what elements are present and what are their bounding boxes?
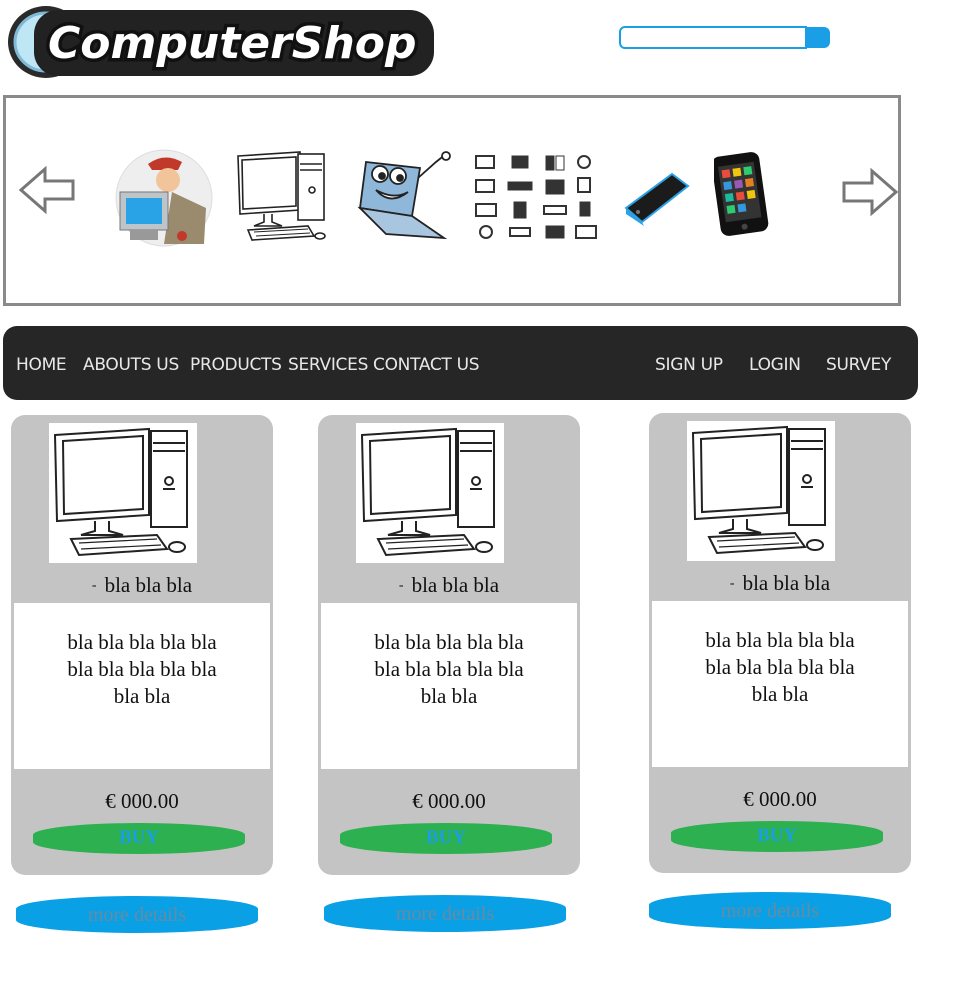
nav-contact-us[interactable]: CONTACT US: [373, 355, 480, 375]
desktop-computer-icon[interactable]: [687, 421, 835, 561]
buy-button[interactable]: BUY: [340, 823, 552, 854]
buy-button[interactable]: BUY: [671, 821, 883, 852]
product-price: € 000.00: [743, 787, 817, 811]
more-details-button[interactable]: more details: [16, 896, 258, 933]
main-navigation: HOME ABOUTS US PRODUCTS SERVICES CONTACT…: [3, 326, 918, 400]
nav-survey[interactable]: SURVEY: [826, 355, 891, 375]
nav-home[interactable]: HOME: [16, 355, 67, 375]
product-carousel: [3, 95, 901, 306]
product-price: € 000.00: [412, 789, 486, 813]
smartphone-icon[interactable]: [711, 152, 770, 238]
technician-icon[interactable]: [112, 148, 216, 248]
desktop-computer-icon[interactable]: [49, 423, 197, 563]
product-description: bla bla bla bla bla bla bla bla bla bla …: [652, 601, 908, 767]
product-title: - bla bla bla: [729, 571, 831, 595]
product-price: € 000.00: [105, 789, 179, 813]
nav-products[interactable]: PRODUCTS: [190, 355, 282, 375]
product-description: bla bla bla bla bla bla bla bla bla bla …: [14, 603, 270, 769]
more-details-button[interactable]: more details: [324, 895, 566, 932]
nav-sign-up[interactable]: SIGN UP: [655, 355, 723, 375]
nav-services[interactable]: SERVICES: [288, 355, 368, 375]
product-card: - bla bla bla bla bla bla bla bla bla bla…: [11, 415, 273, 875]
cartoon-laptop-icon[interactable]: [354, 150, 454, 242]
carousel-prev-arrow-icon[interactable]: [18, 165, 75, 215]
product-title: - bla bla bla: [91, 573, 193, 597]
product-description: bla bla bla bla bla bla bla bla bla bla …: [321, 603, 577, 769]
nav-about-us[interactable]: ABOUTS US: [83, 355, 179, 375]
search-bar: [619, 24, 831, 51]
desktop-computer-icon[interactable]: [234, 150, 330, 244]
search-button[interactable]: [806, 27, 830, 48]
carousel-next-arrow-icon[interactable]: [842, 167, 899, 217]
component-grid-icon[interactable]: [472, 152, 602, 242]
buy-button[interactable]: BUY: [33, 823, 245, 854]
product-card: - bla bla bla bla bla bla bla bla bla bla…: [318, 415, 580, 875]
product-title: - bla bla bla: [398, 573, 500, 597]
mobile-phone-icon[interactable]: [622, 170, 692, 226]
more-details-button[interactable]: more details: [649, 892, 891, 929]
desktop-computer-icon[interactable]: [356, 423, 504, 563]
nav-login[interactable]: LOGIN: [749, 355, 801, 375]
logo-text: ComputerShop: [48, 18, 417, 69]
site-logo[interactable]: ComputerShop: [4, 2, 442, 80]
search-input[interactable]: [619, 26, 807, 49]
product-card: - bla bla bla bla bla bla bla bla bla bla…: [649, 413, 911, 873]
